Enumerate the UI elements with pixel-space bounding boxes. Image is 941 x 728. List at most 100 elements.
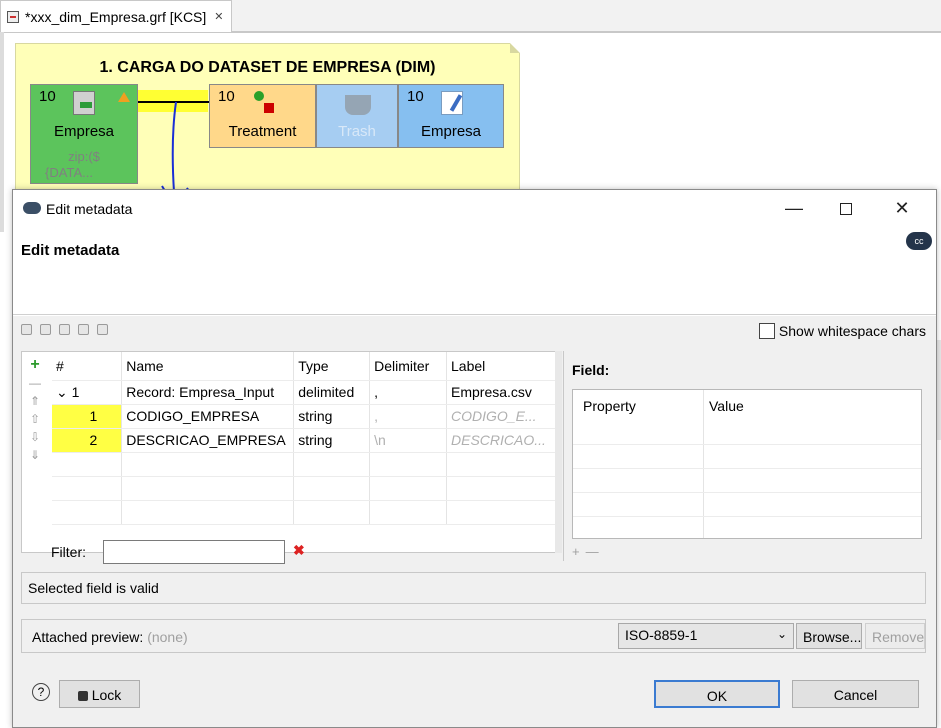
lock-button[interactable]: Lock: [59, 680, 140, 708]
field-num-cell[interactable]: 2: [52, 428, 123, 453]
phase-title: 1. CARGA DO DATASET DE EMPRESA (DIM): [99, 59, 436, 76]
remove-property-icon[interactable]: —: [586, 544, 605, 559]
record-row[interactable]: ⌄ 1 Record: Empresa_Input delimited , Em…: [52, 380, 557, 405]
preview-label: Attached preview: (none): [32, 629, 188, 645]
value-header: Value: [709, 398, 744, 414]
col-header-name[interactable]: Name: [121, 352, 295, 381]
move-top-icon[interactable]: ⇑: [26, 392, 44, 410]
move-down-icon[interactable]: ⇩: [26, 428, 44, 446]
node-phase-number: 10: [218, 88, 235, 105]
dialog-window-title: Edit metadata: [46, 201, 133, 217]
property-table[interactable]: Property Value: [572, 389, 922, 539]
metadata-table[interactable]: # Name Type Delimiter Label ⌄ 1 Record: …: [52, 352, 557, 525]
node-label: Treatment: [228, 123, 297, 140]
warning-icon[interactable]: [118, 92, 130, 102]
maximize-button[interactable]: [823, 190, 869, 228]
add-row-icon[interactable]: +: [26, 356, 44, 374]
record-name-cell[interactable]: Record: Empresa_Input: [121, 380, 295, 405]
lock-icon: [77, 691, 88, 701]
node-label: Empresa: [53, 123, 115, 140]
table-row[interactable]: 2 DESCRICAO_EMPRESA string \n DESCRICAO.…: [52, 428, 557, 453]
empty-row: [52, 476, 557, 501]
close-icon[interactable]: ✕: [214, 10, 223, 23]
reader-icon: [73, 91, 95, 115]
show-whitespace-label: Show whitespace chars: [778, 323, 926, 339]
add-property-icon[interactable]: +: [572, 544, 586, 559]
treatment-icon: [252, 91, 274, 115]
node-trash[interactable]: Trash: [316, 84, 398, 148]
node-sub-label: zip:($: [68, 149, 100, 164]
node-writer-empresa[interactable]: 10 Empresa: [398, 84, 504, 148]
remove-button[interactable]: Remove: [865, 623, 925, 649]
field-delimiter-cell[interactable]: ,: [369, 404, 447, 429]
preview-value: (none): [147, 629, 188, 645]
left-ruler: [0, 32, 4, 232]
encoding-value: ISO-8859-1: [625, 627, 698, 643]
help-icon[interactable]: ?: [32, 683, 50, 701]
graph-file-icon: [7, 10, 19, 23]
dialog-titlebar[interactable]: Edit metadata — ✕: [13, 190, 936, 228]
field-num-cell[interactable]: 1: [52, 404, 123, 429]
field-type-cell[interactable]: string: [293, 428, 371, 453]
tab-strip: [232, 0, 941, 32]
row-divider: [573, 516, 921, 517]
edit-toolbar: [21, 324, 108, 335]
field-label-cell[interactable]: DESCRICAO...: [446, 428, 557, 453]
record-label-cell[interactable]: Empresa.csv: [446, 380, 557, 405]
record-type-cell[interactable]: delimited: [293, 380, 371, 405]
col-header-label[interactable]: Label: [446, 352, 557, 381]
field-name-cell[interactable]: CODIGO_EMPRESA: [121, 404, 295, 429]
node-phase-number: 10: [407, 88, 424, 105]
edit-metadata-dialog[interactable]: Edit metadata — ✕ Edit metadata cc Show …: [12, 189, 937, 728]
encoding-select[interactable]: ISO-8859-1 ⌄: [618, 623, 794, 649]
cloudconnect-icon: [23, 202, 41, 214]
paste-icon[interactable]: [97, 324, 108, 335]
copy-icon[interactable]: [59, 324, 70, 335]
node-sub-label-2: {DATA...: [45, 165, 93, 180]
cut-icon[interactable]: [78, 324, 89, 335]
record-delimiter-cell[interactable]: ,: [369, 380, 447, 405]
ok-button[interactable]: OK: [654, 680, 780, 708]
table-row[interactable]: 1 CODIGO_EMPRESA string , CODIGO_E...: [52, 404, 557, 429]
node-treatment[interactable]: 10 Treatment: [209, 84, 316, 148]
record-num-cell[interactable]: ⌄ 1: [52, 380, 123, 405]
field-name-cell[interactable]: DESCRICAO_EMPRESA: [121, 428, 295, 453]
table-scrollbar[interactable]: [555, 351, 562, 553]
remove-row-icon[interactable]: —: [26, 374, 44, 392]
browse-button[interactable]: Browse...: [796, 623, 862, 649]
empty-row: [52, 452, 557, 477]
property-actions: +—: [572, 544, 605, 559]
move-up-icon[interactable]: ⇧: [26, 410, 44, 428]
chevron-down-icon[interactable]: ⌄: [56, 384, 68, 400]
row-actions: + — ⇑ ⇧ ⇩ ⇓: [26, 356, 44, 464]
move-bottom-icon[interactable]: ⇓: [26, 446, 44, 464]
property-header: Property: [583, 398, 636, 414]
field-label-cell[interactable]: CODIGO_E...: [446, 404, 557, 429]
checkbox-box[interactable]: [758, 323, 775, 339]
redo-icon[interactable]: [40, 324, 51, 335]
header-logo-icon: cc: [906, 232, 932, 250]
preview-label-text: Attached preview:: [32, 629, 144, 645]
row-divider: [573, 492, 921, 493]
col-header-num[interactable]: #: [52, 352, 123, 381]
col-header-delimiter[interactable]: Delimiter: [369, 352, 447, 381]
attached-preview-row: Attached preview: (none) ISO-8859-1 ⌄ Br…: [21, 619, 926, 653]
field-type-cell[interactable]: string: [293, 404, 371, 429]
dialog-body: Show whitespace chars + — ⇑ ⇧ ⇩ ⇓ # Name…: [13, 316, 936, 727]
close-button[interactable]: ✕: [879, 190, 925, 228]
editor-tab-title: *xxx_dim_Empresa.grf [KCS]: [25, 8, 207, 25]
minimize-button[interactable]: —: [771, 190, 817, 228]
record-num: 1: [71, 383, 80, 400]
node-label: Empresa: [420, 123, 482, 140]
filter-label: Filter:: [51, 544, 86, 560]
maximize-icon: [840, 203, 852, 216]
show-whitespace-checkbox[interactable]: Show whitespace chars: [758, 323, 926, 339]
undo-icon[interactable]: [21, 324, 32, 335]
col-header-type[interactable]: Type: [293, 352, 371, 381]
lock-label: Lock: [91, 687, 122, 703]
filter-input[interactable]: [103, 540, 285, 564]
editor-tab[interactable]: *xxx_dim_Empresa.grf [KCS] ✕: [0, 0, 232, 32]
clear-filter-icon[interactable]: ✖: [293, 542, 305, 559]
field-delimiter-cell[interactable]: \n: [369, 428, 447, 453]
cancel-button[interactable]: Cancel: [792, 680, 919, 708]
